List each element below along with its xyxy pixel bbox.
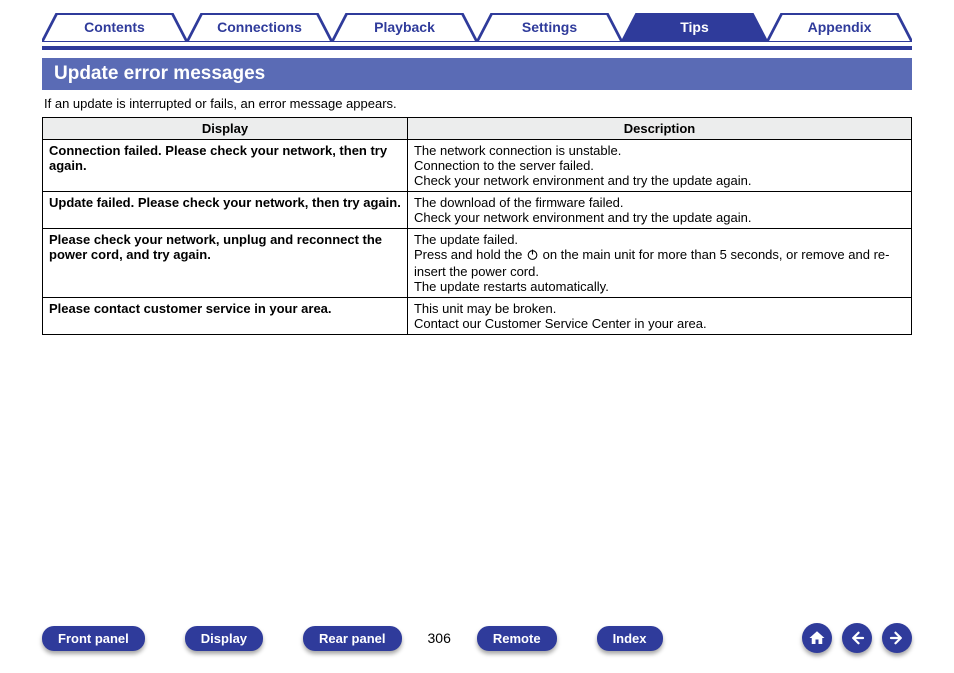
tab-label: Tips [680, 19, 709, 35]
table-row: Please contact customer service in your … [43, 298, 912, 335]
home-icon [808, 629, 826, 647]
tab-connections[interactable]: Connections [187, 12, 332, 42]
home-button[interactable] [802, 623, 832, 653]
display-cell: Update failed. Please check your network… [43, 192, 408, 229]
tab-contents[interactable]: Contents [42, 12, 187, 42]
tab-playback[interactable]: Playback [332, 12, 477, 42]
section-intro: If an update is interrupted or fails, an… [44, 96, 910, 111]
table-row: Connection failed. Please check your net… [43, 140, 912, 192]
description-cell: The download of the firmware failed.Chec… [407, 192, 911, 229]
col-header-description: Description [407, 118, 911, 140]
error-table: Display Description Connection failed. P… [42, 117, 912, 335]
arrow-left-icon [848, 629, 866, 647]
index-button[interactable]: Index [597, 626, 663, 651]
front-panel-button[interactable]: Front panel [42, 626, 145, 651]
footer: Front panel Display Rear panel 306 Remot… [42, 623, 912, 653]
col-header-display: Display [43, 118, 408, 140]
table-row: Please check your network, unplug and re… [43, 229, 912, 298]
next-button[interactable] [882, 623, 912, 653]
arrow-right-icon [888, 629, 906, 647]
display-cell: Please check your network, unplug and re… [43, 229, 408, 298]
tab-label: Contents [84, 19, 145, 35]
page-number: 306 [428, 630, 451, 646]
description-cell: This unit may be broken.Contact our Cust… [407, 298, 911, 335]
section-title: Update error messages [42, 58, 912, 90]
display-cell: Please contact customer service in your … [43, 298, 408, 335]
display-cell: Connection failed. Please check your net… [43, 140, 408, 192]
top-tabs: Contents Connections Playback Settings T… [42, 12, 912, 42]
prev-button[interactable] [842, 623, 872, 653]
tab-label: Playback [374, 19, 435, 35]
description-cell: The update failed.Press and hold the on … [407, 229, 911, 298]
rear-panel-button[interactable]: Rear panel [303, 626, 401, 651]
tab-label: Appendix [808, 19, 872, 35]
tab-label: Settings [522, 19, 577, 35]
tab-tips[interactable]: Tips [622, 12, 767, 42]
remote-button[interactable]: Remote [477, 626, 557, 651]
power-icon [526, 248, 539, 264]
table-row: Update failed. Please check your network… [43, 192, 912, 229]
tab-settings[interactable]: Settings [477, 12, 622, 42]
tab-appendix[interactable]: Appendix [767, 12, 912, 42]
display-button[interactable]: Display [185, 626, 263, 651]
tab-underline [42, 46, 912, 50]
description-cell: The network connection is unstable.Conne… [407, 140, 911, 192]
tab-label: Connections [217, 19, 302, 35]
